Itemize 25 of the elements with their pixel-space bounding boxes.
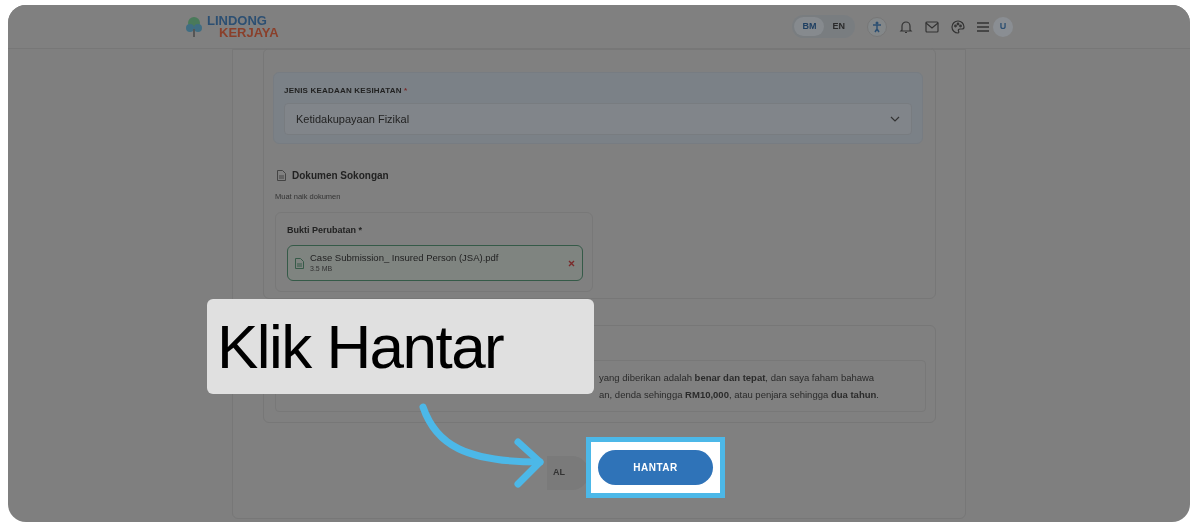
submit-button[interactable]: HANTAR: [598, 450, 713, 485]
accessibility-icon[interactable]: [867, 16, 887, 37]
document-icon: [277, 170, 286, 181]
logo-text: LINDONG: [207, 14, 268, 27]
file-icon: [295, 257, 304, 269]
mail-icon[interactable]: [925, 20, 939, 33]
field-label: JENIS KEADAAN KESIHATAN *: [284, 85, 409, 97]
health-condition-dropdown[interactable]: Ketidakupayaan Fizikal: [284, 103, 912, 135]
language-tab[interactable]: BM: [794, 16, 825, 37]
chevron-icon: [890, 116, 900, 122]
field-label: Bukti Perubatan *: [287, 224, 362, 237]
file-name: Case Submission_ Insured Person (JSA).pdf: [310, 252, 499, 263]
palette-icon[interactable]: [951, 19, 965, 34]
user-avatar[interactable]: U: [993, 16, 1013, 37]
cancel-button[interactable]: AL: [547, 456, 589, 490]
logo-text: KERJAYA: [219, 26, 279, 39]
declaration-text: yang diberikan adalah benar dan tepat, dan saya faham bahawa: [599, 371, 875, 385]
tutorial-callout: Klik Hantar: [207, 299, 594, 394]
bell-icon[interactable]: [899, 19, 913, 34]
language-tab[interactable]: EN: [824, 16, 853, 37]
menu-icon[interactable]: [977, 21, 989, 32]
remove-icon[interactable]: [568, 259, 575, 267]
tree-logo-icon: [185, 14, 203, 39]
declaration-text: an, denda sehingga RM10,000, atau penjara sehingga dua tahun.: [599, 388, 879, 402]
section-title: Dokumen Sokongan: [292, 169, 389, 183]
